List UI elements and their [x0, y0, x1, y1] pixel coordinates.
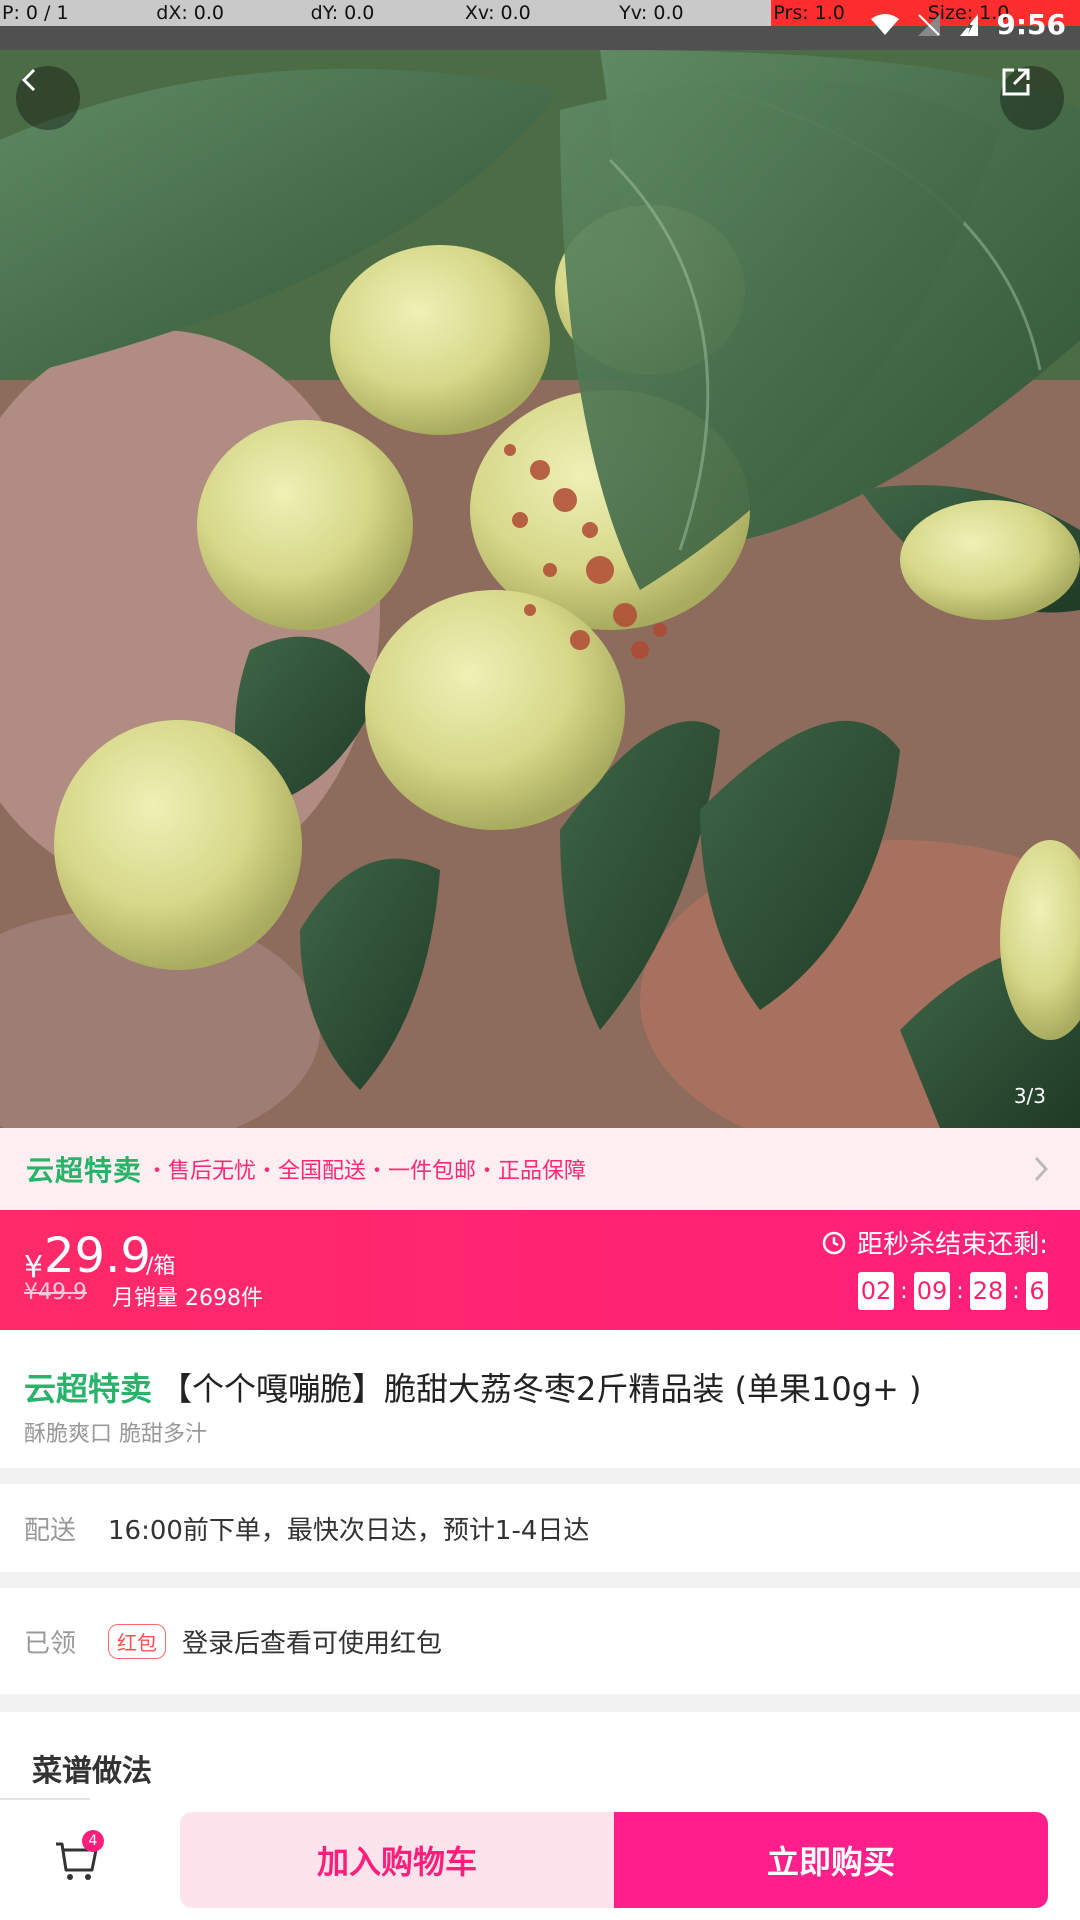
signal-off-icon	[918, 13, 941, 36]
product-subtitle: 酥脆爽口 脆甜多汁	[24, 1422, 207, 1447]
promo-brand: 云超特卖	[26, 1154, 143, 1187]
price-bar: ¥ 29.9 /箱 ¥49.9 月销量 2698件 距秒杀结束还剩: 02 : …	[0, 1210, 1080, 1330]
coupon-row[interactable]: 已领 红包 登录后查看可使用红包	[0, 1588, 1080, 1694]
delivery-text: 16:00前下单，最快次日达，预计1-4日达	[108, 1515, 590, 1546]
debug-yv: Yv: 0.0	[619, 2, 684, 24]
coupon-label: 已领	[24, 1628, 77, 1659]
delivery-row[interactable]: 配送 16:00前下单，最快次日达，预计1-4日达	[0, 1484, 1080, 1572]
buy-now-button[interactable]: 立即购买	[614, 1812, 1048, 1908]
countdown-minutes: 09	[914, 1272, 950, 1310]
back-button[interactable]	[16, 66, 80, 130]
add-to-cart-button[interactable]: 加入购物车	[180, 1812, 614, 1908]
product-title-block: 云超特卖 【个个嘎嘣脆】脆甜大荔冬枣2斤精品装 (单果10g+ ) 酥脆爽口 脆甜…	[0, 1330, 1080, 1468]
promo-strip[interactable]: 云超特卖 ・售后无忧・全国配送・一件包邮・正品保障	[0, 1128, 1080, 1210]
image-pager: 3/3	[1013, 1084, 1046, 1108]
wifi-icon	[871, 13, 900, 35]
red-packet-tag: 红包	[108, 1623, 166, 1659]
debug-p: P: 0 / 1	[2, 2, 69, 24]
system-icons: 9:56	[870, 8, 1066, 41]
debug-dx: dX: 0.0	[156, 2, 225, 24]
bottom-action-bar: 4 加入购物车 立即购买	[0, 1800, 1080, 1920]
share-icon	[1002, 68, 1030, 96]
clock: 9:56	[996, 8, 1066, 41]
battery-charging-icon	[960, 13, 979, 36]
product-image-gallery[interactable]: 3/3	[0, 50, 1080, 1128]
debug-dy: dY: 0.0	[310, 2, 375, 24]
clock-icon	[822, 1231, 846, 1254]
countdown-sep: :	[956, 1278, 964, 1304]
original-price: ¥49.9	[24, 1280, 87, 1305]
title-text: 【个个嘎嘣脆】脆甜大荔冬枣2斤精品装 (单果10g+ )	[160, 1370, 922, 1408]
countdown-hours: 02	[858, 1272, 894, 1310]
coupon-text: 登录后查看可使用红包	[182, 1628, 443, 1659]
product-title: 云超特卖 【个个嘎嘣脆】脆甜大荔冬枣2斤精品装 (单果10g+ )	[24, 1364, 922, 1410]
recipe-heading: 菜谱做法	[32, 1754, 152, 1789]
sale-price: 29.9	[44, 1228, 151, 1284]
chevron-right-icon	[1034, 1156, 1049, 1182]
countdown-tenths: 6	[1026, 1272, 1048, 1310]
countdown-timer: 02 : 09 : 28 : 6	[858, 1272, 1048, 1310]
countdown-seconds: 28	[970, 1272, 1006, 1310]
chevron-left-icon	[21, 68, 36, 92]
price-unit: /箱	[146, 1254, 176, 1279]
countdown-title: 距秒杀结束还剩:	[821, 1224, 1048, 1261]
countdown-label: 距秒杀结束还剩:	[857, 1230, 1048, 1260]
promo-tags: ・售后无忧・全国配送・一件包邮・正品保障	[146, 1159, 587, 1184]
jujube-photo	[0, 50, 1080, 1128]
countdown-sep: :	[1012, 1278, 1020, 1304]
countdown-sep: :	[900, 1278, 908, 1304]
debug-xv: Xv: 0.0	[464, 2, 531, 24]
share-button[interactable]	[1000, 66, 1064, 130]
monthly-sales: 月销量 2698件	[112, 1286, 263, 1311]
title-brand: 云超特卖	[24, 1370, 153, 1408]
delivery-label: 配送	[24, 1515, 77, 1546]
cart-count-badge: 4	[82, 1830, 104, 1852]
